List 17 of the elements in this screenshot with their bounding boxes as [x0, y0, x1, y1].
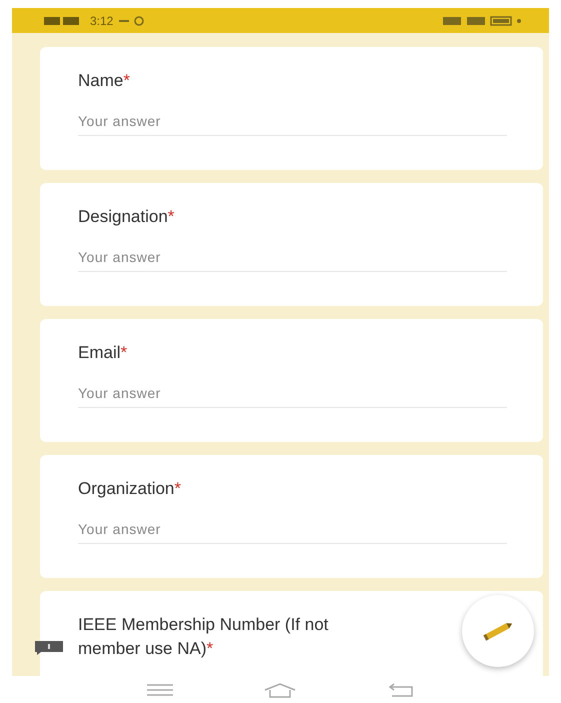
notification-icons: [119, 16, 146, 26]
answer-field[interactable]: Your answer: [78, 249, 507, 272]
question-title: IEEE Membership Number (If not: [78, 615, 328, 635]
menu-icon[interactable]: [147, 684, 174, 696]
question-title: Email*: [78, 343, 128, 363]
question-title: Designation*: [78, 207, 174, 227]
answer-field[interactable]: Your answer: [78, 521, 507, 544]
question-title: Organization*: [78, 479, 182, 499]
question-title: member use NA)*: [78, 639, 214, 659]
question-title: Name*: [78, 71, 130, 91]
answer-field[interactable]: Your answer: [78, 113, 507, 136]
back-icon[interactable]: [388, 682, 414, 696]
answer-field[interactable]: Your answer: [78, 385, 507, 408]
feedback-icon[interactable]: [35, 641, 63, 655]
pencil-icon: [481, 621, 515, 641]
home-icon[interactable]: [263, 682, 298, 698]
status-time: 3:12: [90, 14, 114, 28]
